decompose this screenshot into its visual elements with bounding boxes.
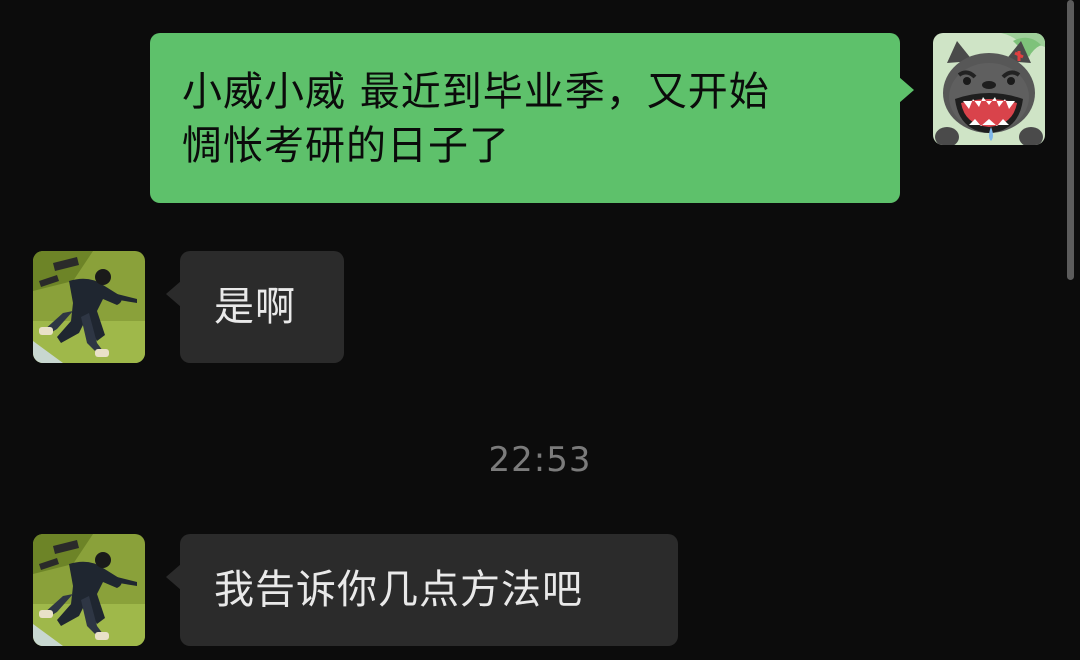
- person-lying-avatar-icon: [33, 251, 145, 363]
- message-text-line: 小威小威 最近到毕业季，又开始: [182, 69, 770, 115]
- scrollbar[interactable]: [1067, 0, 1074, 280]
- self-avatar[interactable]: [933, 33, 1045, 145]
- message-timestamp: 22:53: [488, 440, 592, 480]
- message-text: 我告诉你几点方法吧: [214, 567, 583, 613]
- cartoon-dog-avatar-icon: [933, 33, 1045, 145]
- incoming-message-bubble[interactable]: 是啊: [166, 251, 344, 363]
- outgoing-message-bubble[interactable]: 小威小威 最近到毕业季，又开始 惆怅考研的日子了: [150, 33, 914, 203]
- message-text: 是啊: [214, 284, 296, 330]
- incoming-message-bubble[interactable]: 我告诉你几点方法吧: [166, 534, 678, 646]
- chat-view[interactable]: 小威小威 最近到毕业季，又开始 惆怅考研的日子了 是啊 22:53 我告诉你几点…: [0, 0, 1080, 660]
- message-text-line: 惆怅考研的日子了: [182, 123, 510, 169]
- person-lying-avatar-icon: [33, 534, 145, 646]
- contact-avatar[interactable]: [33, 534, 145, 646]
- contact-avatar[interactable]: [33, 251, 145, 363]
